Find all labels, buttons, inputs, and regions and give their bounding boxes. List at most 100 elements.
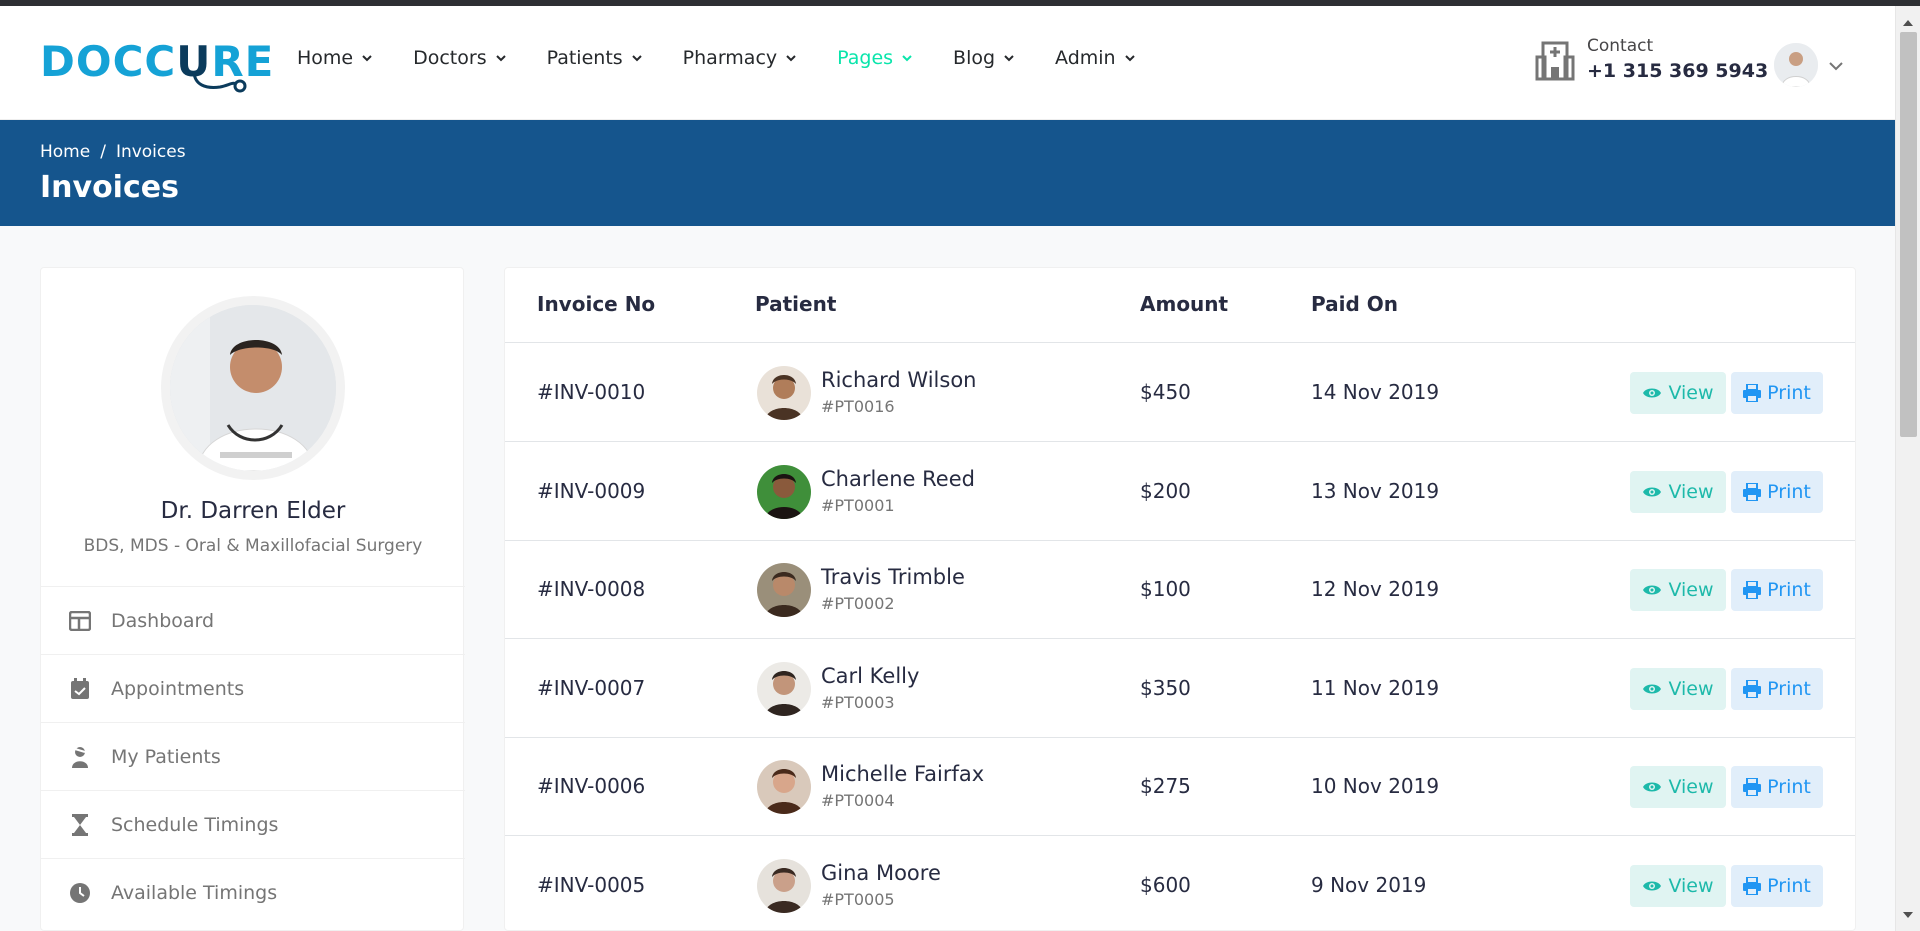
view-button[interactable]: View: [1630, 569, 1726, 611]
nav-item-label: Pharmacy: [682, 47, 778, 69]
patient-avatar[interactable]: [757, 366, 811, 420]
view-button-label: View: [1668, 776, 1714, 798]
printer-icon: [1743, 778, 1762, 796]
sidebar-item-label: My Patients: [111, 745, 221, 768]
sidebar-item-label: Appointments: [111, 677, 245, 700]
user-menu-chevron-icon[interactable]: [1828, 61, 1844, 71]
print-button[interactable]: Print: [1731, 569, 1823, 611]
view-button-label: View: [1668, 874, 1714, 897]
patient-avatar[interactable]: [757, 661, 811, 716]
patient-id: #PT0001: [821, 495, 895, 515]
nav-item-label: Blog: [953, 47, 996, 69]
print-button[interactable]: Print: [1731, 372, 1823, 414]
nav-item-doctors[interactable]: Doctors: [413, 47, 507, 69]
table-row: #INV-0008 Travis Trimble #PT0002 $100 12 Nov…: [505, 541, 1855, 639]
breadcrumb-home[interactable]: Home: [40, 142, 90, 162]
user-avatar[interactable]: [1774, 43, 1818, 87]
eye-icon: [1643, 388, 1662, 398]
chevron-down-icon: [362, 55, 372, 62]
view-button-label: View: [1668, 579, 1714, 601]
hourglass-icon: [67, 812, 93, 838]
patient-name[interactable]: Travis Trimble: [821, 565, 965, 589]
site-header: DOCCURE Home Doctors Patients Pharmacy Pages…: [0, 6, 1895, 120]
nav-item-label: Doctors: [413, 47, 487, 69]
breadcrumb-current: Invoices: [115, 142, 186, 162]
doctor-specialty: BDS, MDS - Oral & Maxillofacial Surgery: [83, 536, 423, 556]
patient-name[interactable]: Gina Moore: [821, 861, 941, 885]
main-nav: Home Doctors Patients Pharmacy Pages Blog Admi…: [297, 47, 1176, 69]
sidebar-item-my-patients[interactable]: My Patients: [41, 722, 465, 790]
nav-item-label: Pages: [837, 47, 894, 69]
sidebar-item-schedule-timings[interactable]: Schedule Timings: [41, 790, 465, 858]
invoice-amount: $200: [1140, 478, 1191, 503]
nav-item-pages[interactable]: Pages: [837, 47, 913, 69]
invoice-number[interactable]: #INV-0010: [537, 380, 645, 404]
patient-id: #PT0016: [821, 397, 895, 416]
print-button[interactable]: Print: [1731, 766, 1823, 808]
nav-item-blog[interactable]: Blog: [953, 47, 1015, 69]
paid-on-date: 13 Nov 2019: [1311, 478, 1440, 503]
invoices-table-card: Invoice No Patient Amount Paid On #INV-0…: [504, 267, 1856, 931]
header-invoice-no: Invoice No: [537, 292, 656, 316]
paid-on-date: 9 Nov 2019: [1311, 872, 1427, 897]
view-button[interactable]: View: [1630, 667, 1726, 710]
print-button[interactable]: Print: [1731, 470, 1823, 513]
scroll-up-arrow-icon[interactable]: [1903, 20, 1913, 26]
patient-avatar[interactable]: [757, 563, 811, 617]
eye-icon: [1643, 881, 1662, 890]
nav-item-label: Patients: [546, 47, 623, 69]
view-button[interactable]: View: [1630, 470, 1726, 513]
view-button[interactable]: View: [1630, 864, 1726, 907]
print-button[interactable]: Print: [1731, 667, 1823, 710]
patient-avatar[interactable]: [757, 464, 811, 519]
print-button-label: Print: [1767, 776, 1811, 798]
invoice-number[interactable]: #INV-0005: [537, 873, 645, 897]
contact-label: Contact: [1587, 36, 1654, 56]
doccure-logo[interactable]: DOCCURE: [40, 31, 274, 93]
print-button[interactable]: Print: [1731, 864, 1823, 907]
table-row: #INV-0005 Gina Moore #PT0005 $600 9 Nov 2019…: [505, 837, 1855, 931]
view-button[interactable]: View: [1630, 766, 1726, 808]
invoice-number[interactable]: #INV-0007: [537, 676, 645, 700]
nav-item-home[interactable]: Home: [297, 47, 373, 69]
nav-item-patients[interactable]: Patients: [547, 47, 643, 69]
view-button-label: View: [1668, 677, 1714, 700]
doctor-profile-picture: [161, 296, 345, 480]
paid-on-date: 12 Nov 2019: [1311, 577, 1440, 601]
patient-id: #PT0005: [821, 889, 895, 909]
scroll-down-arrow-icon[interactable]: [1903, 912, 1913, 918]
sidebar-item-label: Schedule Timings: [111, 813, 279, 836]
hospital-icon: [1535, 41, 1575, 81]
patient-name[interactable]: Charlene Reed: [821, 467, 975, 491]
eye-icon: [1643, 585, 1662, 595]
invoice-number[interactable]: #INV-0006: [537, 774, 645, 798]
print-button-label: Print: [1767, 579, 1811, 601]
dashboard-icon: [67, 608, 93, 634]
sidebar-item-label: Dashboard: [111, 609, 215, 632]
view-button[interactable]: View: [1630, 372, 1726, 414]
patient-avatar[interactable]: [757, 760, 811, 814]
invoice-amount: $450: [1140, 380, 1191, 404]
sidebar-item-appointments[interactable]: Appointments: [41, 654, 465, 722]
user-injured-icon: [67, 744, 93, 770]
contact-phone[interactable]: +1 315 369 5943: [1587, 60, 1768, 82]
nav-item-admin[interactable]: Admin: [1055, 47, 1136, 69]
printer-icon: [1743, 482, 1762, 501]
scroll-thumb[interactable]: [1900, 32, 1917, 437]
patient-name[interactable]: Michelle Fairfax: [821, 762, 984, 786]
nav-item-pharmacy[interactable]: Pharmacy: [683, 47, 797, 69]
eye-icon: [1643, 782, 1662, 792]
printer-icon: [1743, 876, 1762, 895]
invoice-number[interactable]: #INV-0008: [537, 577, 645, 601]
print-button-label: Print: [1767, 480, 1811, 503]
page-scrollbar[interactable]: [1895, 6, 1920, 931]
sidebar-item-label: Available Timings: [111, 881, 278, 904]
sidebar-item-dashboard[interactable]: Dashboard: [41, 586, 465, 654]
patient-name[interactable]: Richard Wilson: [821, 368, 977, 392]
invoice-number[interactable]: #INV-0009: [537, 479, 645, 503]
print-button-label: Print: [1767, 677, 1811, 700]
patient-avatar[interactable]: [757, 858, 811, 913]
patient-name[interactable]: Carl Kelly: [821, 664, 919, 688]
sidebar-item-available-timings[interactable]: Available Timings: [41, 858, 465, 926]
patient-id: #PT0003: [821, 692, 895, 712]
